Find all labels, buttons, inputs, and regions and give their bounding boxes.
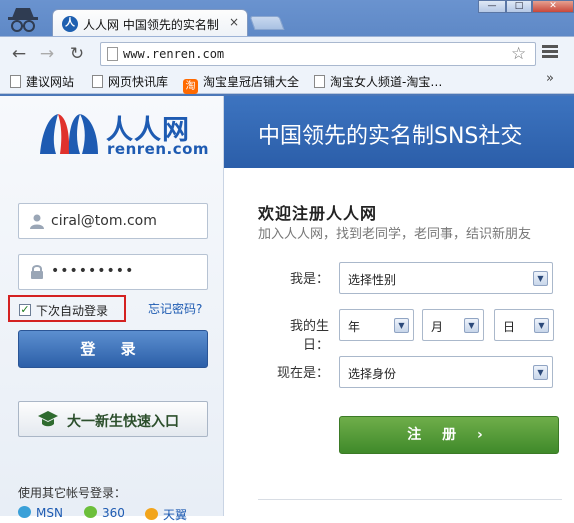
birth-day-value: 日 bbox=[503, 320, 516, 334]
renren-logo-mark-icon bbox=[40, 114, 98, 154]
browser-tab[interactable]: 人 人人网 中国领先的实名制 × bbox=[52, 9, 248, 37]
email-field[interactable]: ciral@tom.com bbox=[18, 203, 208, 239]
gender-select[interactable]: 选择性别 ▼ bbox=[339, 262, 553, 294]
chevron-down-icon: ▼ bbox=[534, 318, 549, 333]
page-icon bbox=[10, 75, 21, 88]
graduation-cap-icon bbox=[38, 411, 58, 427]
menu-icon[interactable] bbox=[542, 45, 558, 61]
msn-icon bbox=[18, 506, 31, 518]
birth-month-select[interactable]: 月 ▼ bbox=[422, 309, 484, 341]
msn-login-link[interactable]: MSN bbox=[18, 506, 63, 520]
chevron-down-icon: ▼ bbox=[464, 318, 479, 333]
chevron-down-icon: ▼ bbox=[533, 271, 548, 286]
birth-month-value: 月 bbox=[431, 320, 444, 334]
url-text: www.renren.com bbox=[123, 47, 225, 61]
chevron-down-icon: ▼ bbox=[394, 318, 409, 333]
birth-day-select[interactable]: 日 ▼ bbox=[494, 309, 554, 341]
maximize-button[interactable]: □ bbox=[506, 0, 532, 13]
logo-english-text: renren.com bbox=[107, 140, 210, 158]
gender-select-value: 选择性别 bbox=[348, 273, 397, 287]
bookmark-item[interactable]: 淘宝女人频道-淘宝… bbox=[314, 73, 442, 91]
close-window-button[interactable]: ✕ bbox=[532, 0, 574, 13]
login-sidebar: 人人网 renren.com ciral@tom.com ••••••••• ✓… bbox=[0, 96, 224, 522]
browser-toolbar: ← → ↻ www.renren.com ☆ bbox=[0, 36, 574, 70]
taobao-icon: 淘 bbox=[183, 79, 198, 94]
remember-me-highlight: ✓ 下次自动登录 bbox=[8, 295, 126, 322]
birthday-label: 我的生日： bbox=[289, 319, 329, 353]
address-bar[interactable]: www.renren.com ☆ bbox=[100, 42, 536, 66]
gender-label: 我是： bbox=[289, 272, 329, 287]
minimize-button[interactable]: — bbox=[478, 0, 506, 13]
status-label: 现在是： bbox=[276, 366, 329, 381]
browser-chrome: 人 人人网 中国领先的实名制 × — □ ✕ ← → ↻ www.renren.… bbox=[0, 0, 574, 96]
page-icon bbox=[107, 47, 118, 61]
bookmark-item[interactable]: 建议网站 bbox=[10, 73, 74, 91]
birth-year-value: 年 bbox=[348, 320, 361, 334]
lock-icon bbox=[31, 265, 43, 279]
incognito-icon bbox=[8, 8, 38, 32]
forward-button[interactable]: → bbox=[36, 43, 58, 65]
status-select[interactable]: 选择身份 ▼ bbox=[339, 356, 553, 388]
chevron-down-icon: ▼ bbox=[533, 365, 548, 380]
remember-me-label[interactable]: 下次自动登录 bbox=[36, 302, 108, 319]
register-button[interactable]: 注 册 › bbox=[339, 416, 559, 454]
bookmark-star-icon[interactable]: ☆ bbox=[511, 44, 526, 64]
tianyi-login-link[interactable]: 天翼 bbox=[145, 506, 187, 523]
register-heading: 欢迎注册人人网 bbox=[258, 204, 378, 223]
slogan-text: 中国领先的实名制SNS社交 bbox=[258, 124, 523, 149]
360-login-link[interactable]: 360 bbox=[84, 506, 125, 520]
page-icon bbox=[92, 75, 103, 88]
bookmark-item[interactable]: 淘淘宝皇冠店铺大全 bbox=[183, 73, 299, 94]
freshman-entry-label: 大一新生快速入口 bbox=[67, 414, 179, 430]
other-accounts-label: 使用其它帐号登录： bbox=[18, 486, 127, 500]
page-content: 人人网 renren.com ciral@tom.com ••••••••• ✓… bbox=[0, 96, 574, 522]
register-subtitle: 加入人人网，找到老同学，老同事，结识新朋友 bbox=[258, 227, 532, 242]
freshman-entry-button[interactable]: 大一新生快速入口 bbox=[18, 401, 208, 437]
tab-title: 人人网 中国领先的实名制 bbox=[83, 18, 219, 32]
forgot-password-link[interactable]: 忘记密码? bbox=[148, 300, 202, 317]
bookmark-item[interactable]: 网页快讯库 bbox=[92, 73, 168, 91]
back-button[interactable]: ← bbox=[8, 43, 30, 65]
status-select-value: 选择身份 bbox=[348, 367, 397, 381]
tianyi-icon bbox=[145, 508, 158, 520]
email-value: ciral@tom.com bbox=[51, 213, 157, 229]
tab-close-icon[interactable]: × bbox=[229, 15, 239, 29]
360-icon bbox=[84, 506, 97, 518]
register-form: 欢迎注册人人网 加入人人网，找到老同学，老同事，结识新朋友 我是： 选择性别 ▼… bbox=[224, 168, 574, 516]
new-tab-button[interactable] bbox=[249, 16, 285, 30]
divider bbox=[258, 499, 574, 500]
page-icon bbox=[314, 75, 325, 88]
renren-favicon-icon: 人 bbox=[62, 16, 78, 32]
page-scrollbar[interactable] bbox=[562, 264, 574, 516]
slogan-banner: 中国领先的实名制SNS社交 bbox=[224, 96, 574, 168]
remember-me-checkbox[interactable]: ✓ bbox=[19, 304, 31, 316]
renren-logo[interactable]: 人人网 renren.com bbox=[36, 108, 210, 158]
bookmarks-overflow-icon[interactable]: » bbox=[546, 71, 554, 86]
login-button[interactable]: 登 录 bbox=[18, 330, 208, 368]
password-field[interactable]: ••••••••• bbox=[18, 254, 208, 290]
user-icon bbox=[30, 214, 44, 229]
reload-button[interactable]: ↻ bbox=[66, 43, 88, 65]
password-value: ••••••••• bbox=[51, 263, 135, 279]
window-controls: — □ ✕ bbox=[478, 0, 574, 14]
birth-year-select[interactable]: 年 ▼ bbox=[339, 309, 414, 341]
bookmarks-bar: 建议网站 网页快讯库 淘淘宝皇冠店铺大全 淘宝女人频道-淘宝… » bbox=[0, 70, 574, 94]
